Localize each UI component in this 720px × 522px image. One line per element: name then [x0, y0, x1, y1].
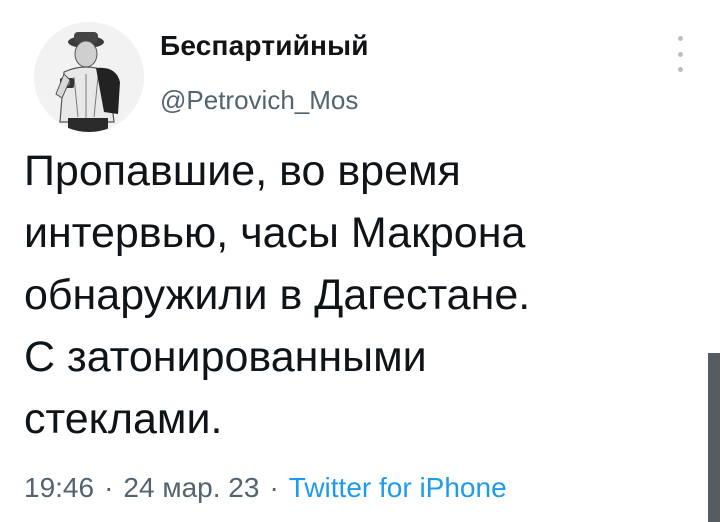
more-vertical-icon-dot — [677, 67, 683, 72]
profile-photo-man-with-camera-icon — [34, 22, 144, 132]
tweet-date[interactable]: 24 мар. 23 — [123, 472, 259, 503]
scrollbar-thumb[interactable] — [708, 353, 720, 522]
tweet-time[interactable]: 19:46 — [24, 472, 94, 503]
tweet-text-line: интервью, часы Макрона — [24, 209, 526, 257]
tweet-text-line: обнаружили в Дагестане. — [24, 271, 531, 319]
author-handle[interactable]: @Petrovich_Mos — [160, 85, 358, 116]
tweet-source-link[interactable]: Twitter for iPhone — [289, 472, 507, 503]
author-avatar[interactable] — [34, 22, 144, 132]
more-vertical-icon-dot — [677, 51, 683, 57]
more-options-button[interactable] — [668, 36, 692, 72]
meta-separator: · — [269, 472, 279, 503]
author-display-name[interactable]: Беспартийный — [160, 30, 369, 62]
meta-separator: · — [104, 472, 114, 503]
tweet-text-line: стеклами. — [24, 395, 223, 443]
more-vertical-icon-dot — [677, 36, 683, 41]
tweet-metadata: 19:46 · 24 мар. 23 · Twitter for iPhone — [24, 472, 507, 504]
tweet-card: Беспартийный @Petrovich_Mos Пропавшие, в… — [0, 0, 720, 522]
tweet-text-line: Пропавшие, во время — [24, 147, 461, 195]
tweet-text: Пропавшие, во время интервью, часы Макро… — [24, 140, 684, 450]
tweet-text-line: С затонированными — [24, 333, 427, 381]
